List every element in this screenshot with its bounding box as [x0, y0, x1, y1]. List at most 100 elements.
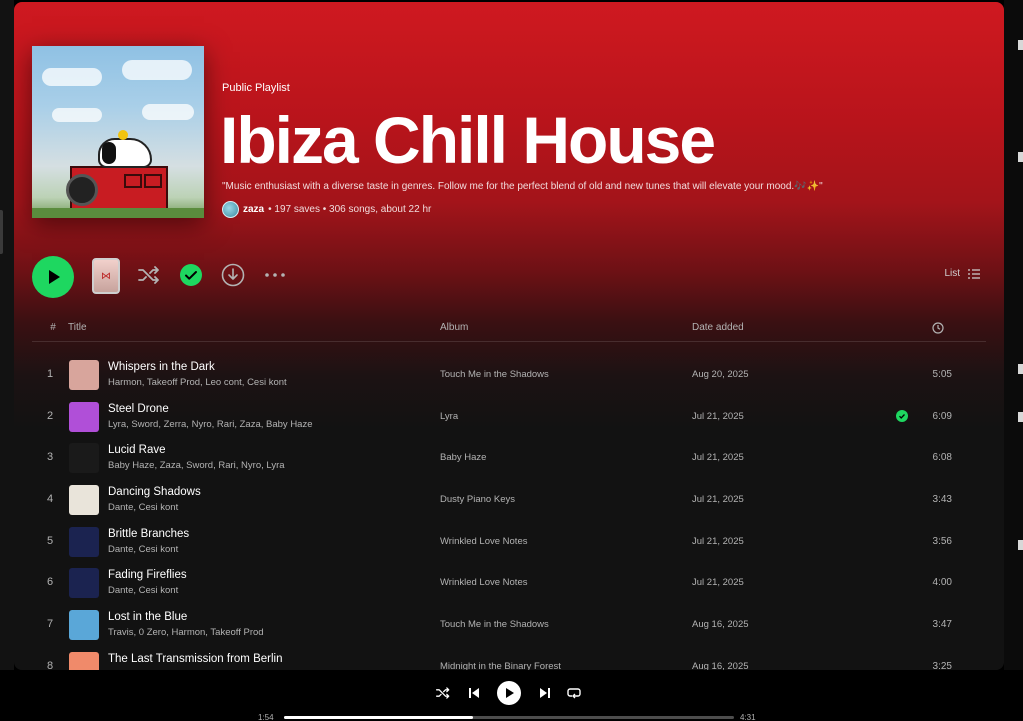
track-duration: 5:05 [932, 369, 952, 380]
track-title[interactable]: Brittle Branches [108, 528, 189, 540]
play-icon [506, 688, 514, 698]
track-row[interactable]: 5 Brittle Branches Dante, Cesi kont Wrinkle… [32, 521, 986, 563]
track-artists[interactable]: Dante, Cesi kont [108, 502, 178, 513]
track-row[interactable]: 3 Lucid Rave Baby Haze, Zaza, Sword, Rari,… [32, 437, 986, 479]
track-title[interactable]: Dancing Shadows [108, 486, 201, 498]
playlist-type-label: Public Playlist [222, 82, 290, 94]
track-date-added: Jul 21, 2025 [692, 577, 744, 589]
track-thumbnail [69, 568, 99, 599]
track-artists[interactable]: Travis, 0 Zero, Harmon, Takeoff Prod [108, 627, 264, 638]
saved-check-icon[interactable] [896, 409, 908, 422]
header-album[interactable]: Album [440, 322, 468, 333]
main-view: Public Playlist Ibiza Chill House "Music… [14, 2, 1004, 670]
right-panel-edge [1004, 0, 1023, 670]
track-duration: 6:09 [932, 410, 952, 422]
track-number: 2 [46, 409, 54, 422]
sidebar-resize-handle[interactable] [0, 210, 3, 254]
clock-icon[interactable] [932, 322, 944, 337]
left-sidebar-edge [0, 0, 14, 670]
right-panel-marker [1018, 412, 1023, 422]
shuffle-icon[interactable] [432, 682, 454, 704]
right-panel-marker [1018, 152, 1023, 162]
track-artists[interactable]: Lyra, Sword, Zerra, Nyro, Rari, Zaza, Ba… [108, 419, 313, 430]
track-duration: 3:43 [932, 494, 952, 506]
total-time: 4:31 [740, 713, 756, 721]
track-thumbnail [69, 485, 99, 516]
track-title[interactable]: The Last Transmission from Berlin [108, 653, 282, 665]
next-icon[interactable] [534, 682, 556, 704]
track-row[interactable]: 8 The Last Transmission from Berlin Midnig… [32, 646, 986, 670]
header-date-added[interactable]: Date added [692, 322, 744, 333]
track-row[interactable]: 1 Whispers in the Dark Harmon, Takeoff Pro… [32, 354, 986, 396]
track-number: 4 [46, 493, 54, 506]
track-album[interactable]: Touch Me in the Shadows [440, 619, 549, 630]
track-artists[interactable]: Baby Haze, Zaza, Sword, Rari, Nyro, Lyra [108, 460, 285, 471]
action-bar: ⋈ List [14, 238, 1004, 314]
download-icon[interactable] [220, 262, 246, 288]
playback-progress-bar[interactable] [284, 716, 734, 719]
tracklist: # Title Album Date added 1 Whispers in th… [32, 314, 986, 670]
track-thumbnail [69, 651, 99, 670]
track-row[interactable]: 2 Steel Drone Lyra, Sword, Zerra, Nyro, Ra… [32, 396, 986, 438]
tracklist-header: # Title Album Date added [32, 314, 986, 342]
track-duration: 3:47 [932, 619, 952, 631]
track-title[interactable]: Lost in the Blue [108, 611, 187, 623]
track-date-added: Jul 21, 2025 [692, 452, 744, 464]
right-panel-marker [1018, 540, 1023, 550]
track-album[interactable]: Midnight in the Binary Forest [440, 661, 561, 670]
playlist-stats: • 197 saves • 306 songs, about 22 hr [268, 204, 432, 215]
track-album[interactable]: Baby Haze [440, 452, 486, 463]
right-panel-marker [1018, 364, 1023, 374]
track-duration: 4:00 [932, 577, 952, 589]
track-album[interactable]: Touch Me in the Shadows [440, 369, 549, 380]
player-play-button[interactable] [497, 681, 521, 705]
track-artists[interactable]: Harmon, Takeoff Prod, Leo cont, Cesi kon… [108, 377, 287, 388]
playlist-mini-cover[interactable]: ⋈ [92, 258, 120, 294]
track-album[interactable]: Wrinkled Love Notes [440, 536, 527, 547]
track-album[interactable]: Lyra [440, 411, 458, 422]
track-album[interactable]: Dusty Piano Keys [440, 494, 515, 505]
check-circle-icon[interactable] [178, 262, 204, 288]
track-title[interactable]: Lucid Rave [108, 444, 166, 456]
player-bar: 1:54 4:31 [0, 670, 1023, 721]
playlist-cover[interactable] [32, 46, 204, 218]
repeat-icon[interactable] [563, 682, 585, 704]
playlist-title: Ibiza Chill House [220, 103, 716, 177]
owner-avatar[interactable] [222, 201, 239, 218]
track-row[interactable]: 4 Dancing Shadows Dante, Cesi kont Dusty Pi… [32, 479, 986, 521]
track-date-added: Jul 21, 2025 [692, 494, 744, 506]
track-title[interactable]: Steel Drone [108, 403, 169, 415]
track-thumbnail [69, 526, 99, 557]
header-title[interactable]: Title [68, 322, 87, 333]
view-toggle[interactable]: List [944, 268, 980, 279]
track-number: 8 [46, 659, 54, 670]
list-icon [968, 268, 980, 279]
track-artists[interactable]: Dante, Cesi kont [108, 544, 178, 555]
track-album[interactable]: Wrinkled Love Notes [440, 577, 527, 588]
track-thumbnail [69, 443, 99, 474]
more-dots-icon[interactable] [262, 262, 288, 288]
owner-link[interactable]: zaza [243, 204, 264, 215]
track-duration: 3:25 [932, 660, 952, 670]
track-title[interactable]: Whispers in the Dark [108, 361, 215, 373]
track-row[interactable]: 7 Lost in the Blue Travis, 0 Zero, Harmon,… [32, 604, 986, 646]
progress-fill [284, 716, 473, 719]
header-num: # [50, 322, 56, 333]
track-title[interactable]: Fading Fireflies [108, 569, 187, 581]
track-duration: 3:56 [932, 535, 952, 547]
track-artists[interactable]: Dante, Cesi kont [108, 585, 178, 596]
track-row[interactable]: 6 Fading Fireflies Dante, Cesi kont Wrinkle… [32, 562, 986, 604]
track-number: 3 [46, 451, 54, 464]
track-number: 7 [46, 618, 54, 631]
previous-icon[interactable] [463, 682, 485, 704]
play-button[interactable] [32, 256, 74, 298]
right-panel-marker [1018, 40, 1023, 50]
track-number: 6 [46, 576, 54, 589]
track-thumbnail [69, 401, 99, 432]
playlist-header: Public Playlist Ibiza Chill House "Music… [14, 2, 1004, 238]
tracklist-rows: 1 Whispers in the Dark Harmon, Takeoff Pro… [32, 342, 986, 670]
playlist-meta: zaza • 197 saves • 306 songs, about 22 h… [222, 201, 431, 218]
view-toggle-label: List [944, 268, 960, 279]
shuffle-icon[interactable] [136, 262, 162, 288]
track-date-added: Jul 21, 2025 [692, 535, 744, 547]
